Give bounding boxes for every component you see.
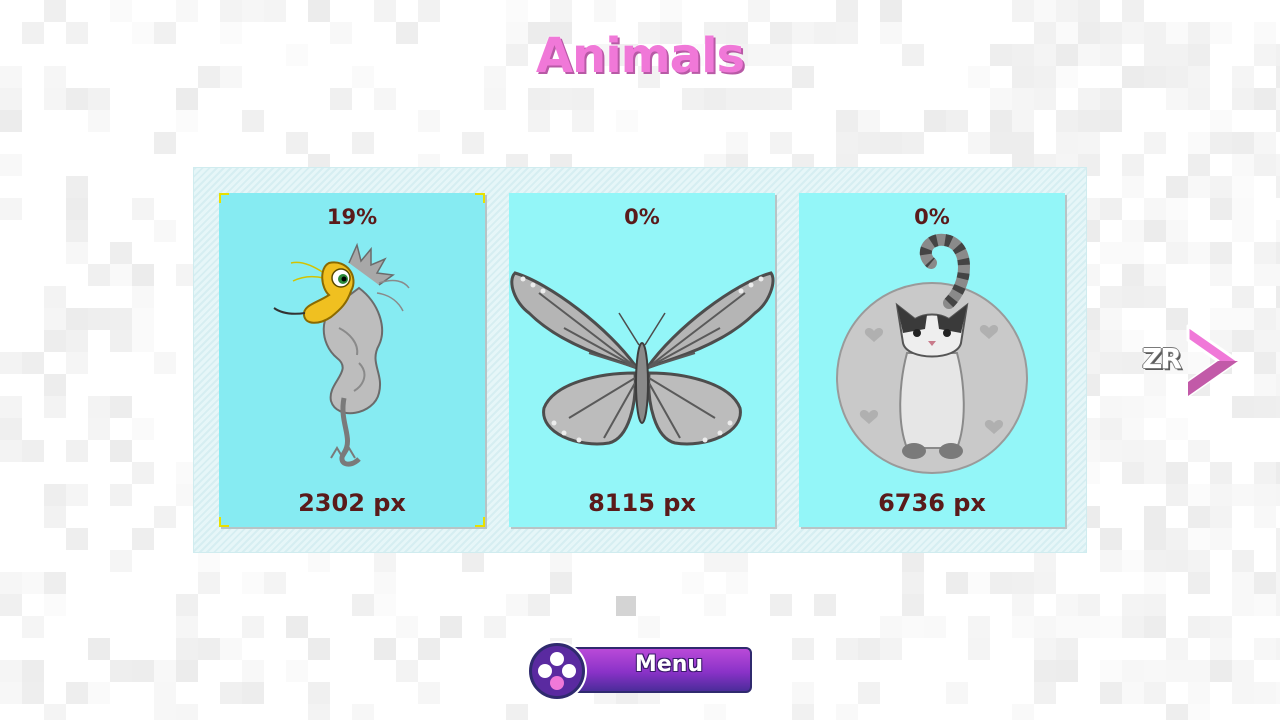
dragon-artwork: [273, 242, 410, 467]
chevron-right-icon: [1186, 324, 1240, 398]
card-percent: 19%: [326, 205, 378, 229]
next-page-button[interactable]: ZR: [1140, 322, 1244, 400]
card-percent: 0%: [914, 205, 950, 229]
menu-button[interactable]: Menu: [526, 640, 754, 702]
page-title: Animals: [535, 28, 745, 84]
butterfly-artwork: [510, 271, 775, 446]
card-cat[interactable]: 0% 6736 px: [799, 193, 1065, 527]
zr-button-label: ZR: [1142, 342, 1182, 375]
cat-artwork: [836, 233, 1028, 474]
page-indicator-dot: [616, 596, 636, 616]
selection-corner: [219, 517, 229, 527]
card-pixel-count: 8115 px: [588, 489, 696, 517]
selection-corner: [219, 193, 229, 203]
selection-corner: [475, 193, 485, 203]
selection-corner: [475, 517, 485, 527]
card-butterfly[interactable]: 0% 8115 px: [509, 193, 775, 527]
card-percent: 0%: [624, 205, 660, 229]
card-pixel-count: 2302 px: [298, 489, 406, 517]
card-pixel-count: 6736 px: [878, 489, 986, 517]
card-dragon[interactable]: 19% 2302 px: [219, 193, 485, 527]
controller-buttons-icon: [527, 641, 587, 701]
menu-button-label: Menu: [634, 652, 704, 677]
